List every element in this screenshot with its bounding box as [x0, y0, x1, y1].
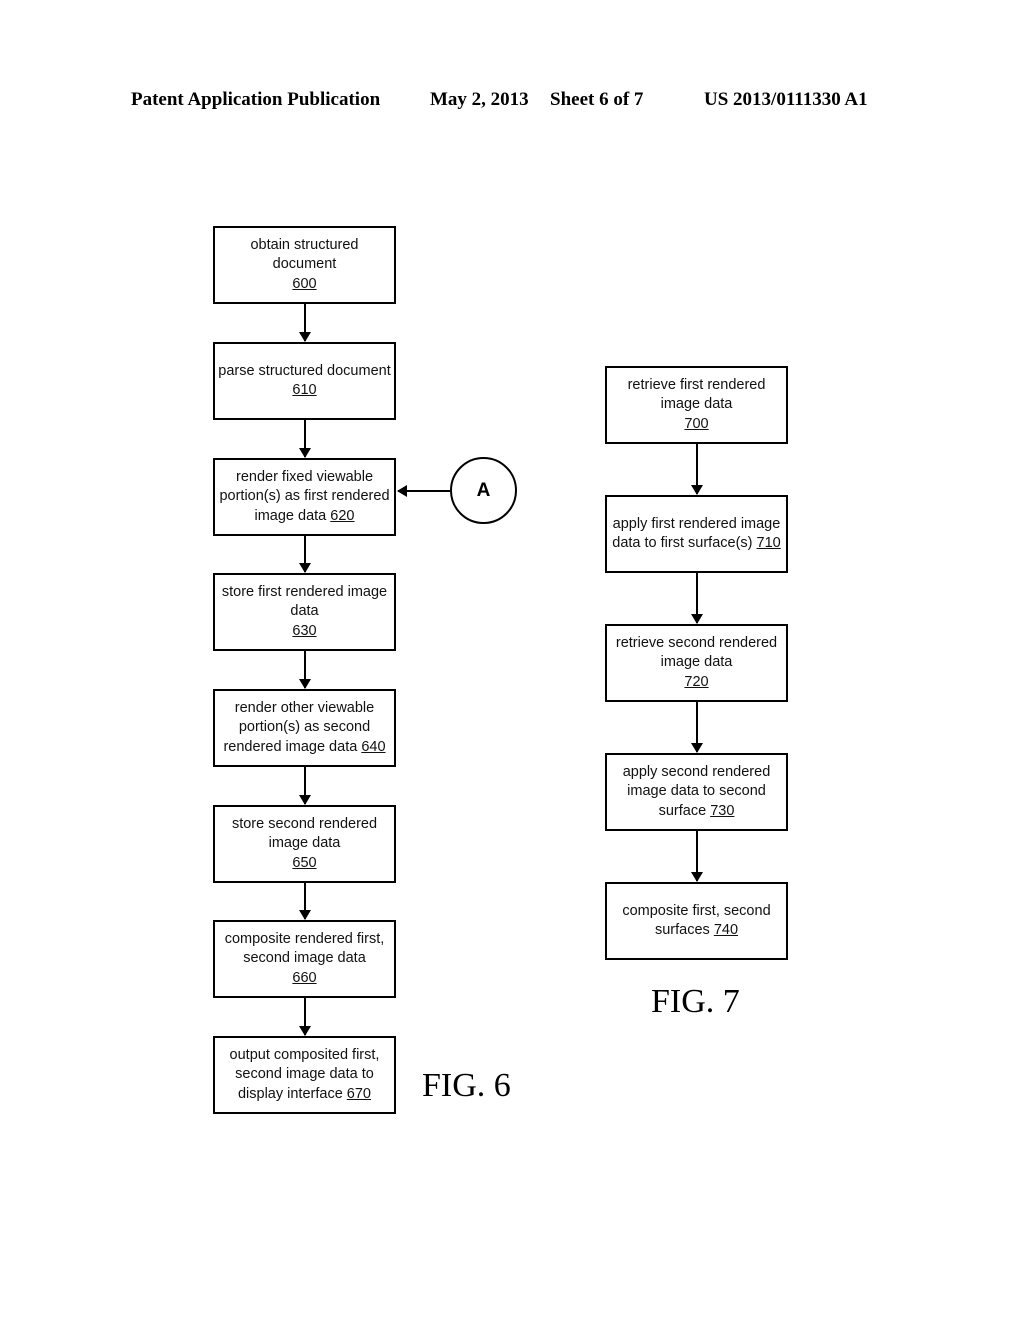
step-text: apply second rendered image data to seco…: [622, 763, 771, 819]
step-610: parse structured document 610: [213, 342, 396, 420]
step-ref: 740: [713, 922, 739, 938]
step-730: apply second rendered image data to seco…: [605, 753, 788, 831]
step-ref: 700: [684, 415, 709, 432]
step-ref: 630: [292, 622, 317, 639]
step-ref: 720: [684, 673, 709, 690]
step-650: store second rendered image data 650: [213, 805, 396, 883]
step-660: composite rendered first, second image d…: [213, 920, 396, 998]
step-600: obtain structured document 600: [213, 226, 396, 304]
step-ref: 640: [361, 738, 386, 755]
step-ref: 730: [710, 802, 735, 819]
step-text: store second rendered image data: [231, 815, 378, 852]
step-640: render other viewable portion(s) as seco…: [213, 689, 396, 767]
step-710: apply first rendered image data to first…: [605, 495, 788, 573]
step-text: apply first rendered image data to first…: [612, 515, 781, 552]
fig7-label: FIG. 7: [651, 983, 740, 1020]
step-text: store first rendered image data: [221, 583, 388, 620]
step-620: render fixed viewable portion(s) as firs…: [213, 458, 396, 536]
step-ref: 610: [292, 382, 317, 398]
step-740: composite first, second surfaces 740: [605, 882, 788, 960]
step-ref: 710: [756, 535, 781, 551]
step-670: output composited first, second image da…: [213, 1036, 396, 1114]
step-700: retrieve first rendered image data 700: [605, 366, 788, 444]
step-ref: 620: [330, 507, 355, 524]
step-text: obtain structured document: [250, 236, 359, 273]
step-ref: 660: [292, 969, 317, 986]
step-text: composite first, second surfaces: [622, 902, 771, 939]
step-ref: 650: [292, 854, 317, 871]
step-text: retrieve first rendered image data: [627, 376, 766, 413]
flow-arrows: [299, 304, 703, 1036]
step-text: retrieve second rendered image data: [615, 634, 778, 671]
step-ref: 670: [346, 1085, 371, 1102]
step-text: render fixed viewable portion(s) as firs…: [219, 468, 390, 524]
step-text: composite rendered first, second image d…: [224, 930, 385, 967]
connector-a: A: [450, 457, 517, 524]
step-text: parse structured document: [218, 362, 391, 379]
step-text: render other viewable portion(s) as seco…: [223, 699, 375, 755]
step-720: retrieve second rendered image data 720: [605, 624, 788, 702]
step-ref: 600: [292, 275, 317, 292]
fig6-label: FIG. 6: [422, 1067, 511, 1104]
step-630: store first rendered image data 630: [213, 573, 396, 651]
